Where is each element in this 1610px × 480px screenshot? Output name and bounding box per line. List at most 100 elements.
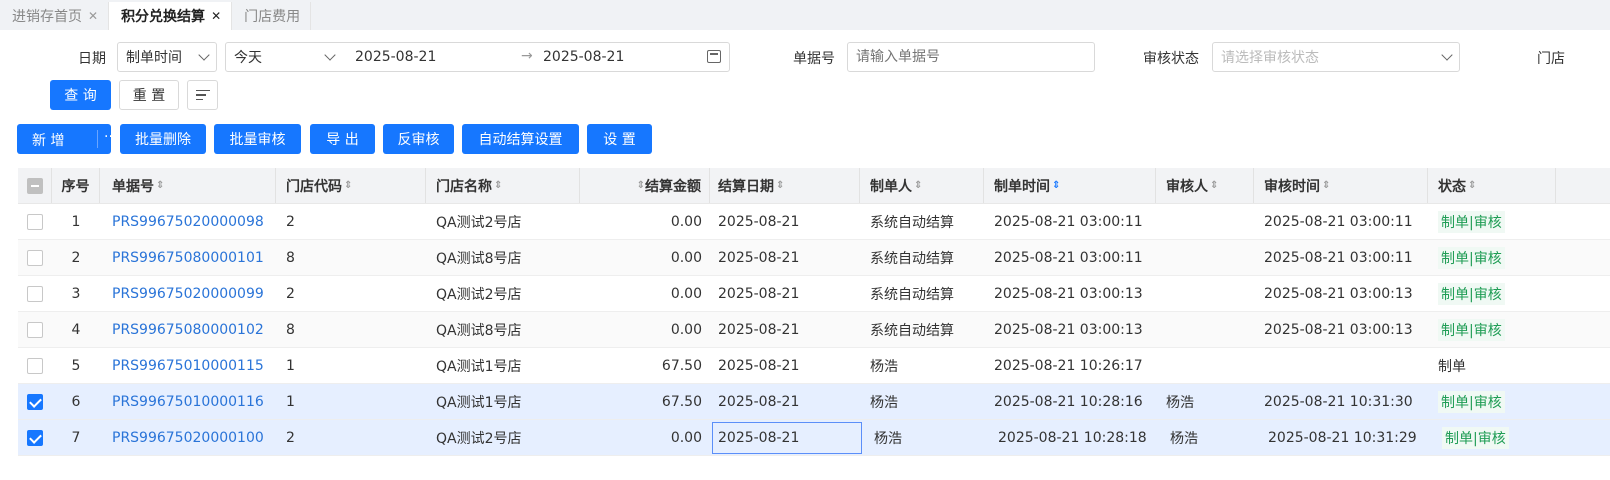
header-maker[interactable]: 制单人 ⇕ (860, 168, 984, 203)
row-checkbox[interactable] (27, 249, 43, 266)
cell-store-code-text: 1 (286, 393, 295, 410)
row-checkbox[interactable] (27, 393, 43, 410)
reset-button[interactable]: 重 置 (119, 80, 179, 110)
cell-audit-time: 2025-08-21 03:00:13 (1254, 276, 1428, 311)
cell-doc-no-text[interactable]: PRS99675020000100 (112, 430, 264, 446)
tab-store-expense[interactable]: 门店费用 (232, 2, 312, 30)
export-button[interactable]: 导 出 (310, 124, 375, 154)
header-make-time[interactable]: 制单时间 ⇕ (984, 168, 1156, 203)
table-row[interactable]: 7 PRS99675020000100 2 QA测试2号店 0.00 2025-08-21… (18, 420, 1610, 456)
tab-points-settlement[interactable]: 积分兑换结算 ✕ (109, 2, 233, 30)
cell-audit-time-text: 2025-08-21 03:00:13 (1264, 285, 1413, 302)
list-filter-icon (195, 89, 210, 101)
cell-doc-no-text[interactable]: PRS99675080000102 (112, 322, 264, 338)
table-row[interactable]: 5 PRS99675010000115 1 QA测试1号店 67.50 2025-08-2… (18, 348, 1610, 384)
cell-amount-text: 0.00 (670, 249, 702, 266)
settlement-table: 序号 单据号 ⇕ 门店代码 ⇕ 门店名称 ⇕ ⇕ 结算金额 结算日期 ⇕ 制单人 ⇕ 制单时… (18, 168, 1610, 456)
row-checkbox[interactable] (27, 357, 43, 374)
header-settle-date[interactable]: 结算日期 ⇕ (710, 168, 860, 203)
cell-doc-no-text[interactable]: PRS99675010000116 (112, 394, 264, 410)
cell-store-code: 2 (276, 420, 426, 455)
cell-doc-no-text[interactable]: PRS99675010000115 (112, 358, 264, 374)
table-row[interactable]: 4 PRS99675080000102 8 QA测试8号店 0.00 2025-08-21… (18, 312, 1610, 348)
tab-inventory-home[interactable]: 进销存首页 ✕ (0, 2, 110, 30)
cell-amount-text: 67.50 (661, 357, 702, 374)
query-button[interactable]: 查 询 (50, 80, 111, 110)
cell-audit-time: 2025-08-21 10:31:30 (1254, 384, 1428, 419)
row-checkbox[interactable] (27, 429, 43, 446)
sort-icon[interactable]: ⇕ (1052, 180, 1060, 191)
sort-icon[interactable]: ⇕ (1322, 180, 1330, 191)
header-store-code[interactable]: 门店代码 ⇕ (276, 168, 426, 203)
table-row[interactable]: 2 PRS99675080000101 8 QA测试8号店 0.00 2025-08-21… (18, 240, 1610, 276)
sort-icon[interactable]: ⇕ (344, 180, 352, 191)
cell-settle-date[interactable]: 2025-08-21 (712, 421, 862, 454)
cell-amount-text: 0.00 (670, 213, 702, 230)
doc-no-input[interactable] (847, 42, 1095, 72)
add-button[interactable]: 新 增 (32, 130, 64, 150)
cell-maker-text: 系统自动结算 (870, 250, 954, 267)
cell-store-name-text: QA测试8号店 (436, 322, 522, 339)
cell-auditor (1156, 312, 1254, 347)
sort-icon[interactable]: ⇕ (1210, 180, 1218, 191)
cell-doc-no-text[interactable]: PRS99675080000101 (112, 250, 264, 266)
date-range-value[interactable]: 今天 (234, 47, 262, 67)
header-doc-no[interactable]: 单据号 ⇕ (100, 168, 276, 203)
sort-icon[interactable]: ⇕ (637, 180, 645, 191)
batch-delete-button[interactable]: 批量删除 (120, 124, 206, 154)
date-type-select[interactable]: 制单时间 (117, 42, 217, 72)
cell-doc-no-text[interactable]: PRS99675020000098 (112, 214, 264, 230)
table-row[interactable]: 6 PRS99675010000116 1 QA测试1号店 67.50 2025-08-2… (18, 384, 1610, 420)
cell-store-name: QA测试2号店 (426, 276, 580, 311)
cell-doc-no: PRS99675010000115 (100, 348, 276, 383)
header-audit-time[interactable]: 审核时间 ⇕ (1254, 168, 1428, 203)
cell-auditor (1156, 276, 1254, 311)
cell-audit-time: 2025-08-21 10:31:29 (1258, 420, 1432, 455)
cell-settle-date-text: 2025-08-21 (718, 393, 800, 410)
cell-make-time-text: 2025-08-21 03:00:13 (994, 285, 1143, 302)
header-store-name[interactable]: 门店名称 ⇕ (426, 168, 580, 203)
more-icon[interactable]: ··· (104, 129, 117, 145)
date-range-picker[interactable]: 今天 2025-08-21 → 2025-08-21 (225, 42, 730, 72)
header-status[interactable]: 状态 ⇕ (1428, 168, 1556, 203)
header-auditor[interactable]: 审核人 ⇕ (1156, 168, 1254, 203)
cell-store-code-text: 2 (286, 213, 295, 230)
sort-icon[interactable]: ⇕ (156, 180, 164, 191)
cell-maker-text: 杨浩 (874, 430, 902, 447)
table-row[interactable]: 1 PRS99675020000098 2 QA测试2号店 0.00 2025-08-21… (18, 204, 1610, 240)
cell-seq: 5 (52, 348, 100, 383)
settings-button[interactable]: 设 置 (587, 124, 652, 154)
unaudit-button[interactable]: 反审核 (383, 124, 454, 154)
audit-status-select[interactable]: 请选择审核状态 (1212, 42, 1460, 72)
chevron-down-icon (198, 49, 210, 61)
sort-icon[interactable]: ⇕ (776, 180, 784, 191)
cell-audit-time-text: 2025-08-21 10:31:30 (1264, 393, 1413, 410)
date-from[interactable]: 2025-08-21 (355, 49, 436, 65)
header-amount[interactable]: ⇕ 结算金额 (580, 168, 710, 203)
auto-settle-settings-button[interactable]: 自动结算设置 (462, 124, 579, 154)
row-checkbox-cell (18, 420, 52, 455)
row-checkbox[interactable] (27, 321, 43, 338)
batch-audit-button[interactable]: 批量审核 (214, 124, 301, 154)
cell-status-text: 制单|审核 (1438, 318, 1505, 341)
row-checkbox[interactable] (27, 285, 43, 302)
calendar-icon[interactable] (707, 50, 721, 63)
audit-status-placeholder: 请选择审核状态 (1221, 50, 1319, 66)
cell-doc-no-text[interactable]: PRS99675020000099 (112, 286, 264, 302)
cell-settle-date-text: 2025-08-21 (718, 429, 800, 446)
sort-icon[interactable]: ⇕ (494, 180, 502, 191)
close-icon[interactable]: ✕ (211, 9, 221, 23)
row-checkbox[interactable] (27, 213, 43, 230)
sort-icon[interactable]: ⇕ (914, 180, 922, 191)
cell-make-time-text: 2025-08-21 10:26:17 (994, 357, 1143, 374)
select-all-checkbox[interactable] (26, 177, 43, 194)
date-to[interactable]: 2025-08-21 (543, 49, 624, 65)
table-row[interactable]: 3 PRS99675020000099 2 QA测试2号店 0.00 2025-08-21… (18, 276, 1610, 312)
close-icon[interactable]: ✕ (88, 9, 98, 23)
cell-status: 制单|审核 (1428, 276, 1556, 311)
filter-settings-button[interactable] (187, 80, 218, 110)
sort-icon[interactable]: ⇕ (1468, 180, 1476, 191)
cell-settle-date-text: 2025-08-21 (718, 357, 800, 374)
add-button-group: 新 增 ··· (17, 124, 117, 154)
row-checkbox-cell (18, 204, 52, 239)
